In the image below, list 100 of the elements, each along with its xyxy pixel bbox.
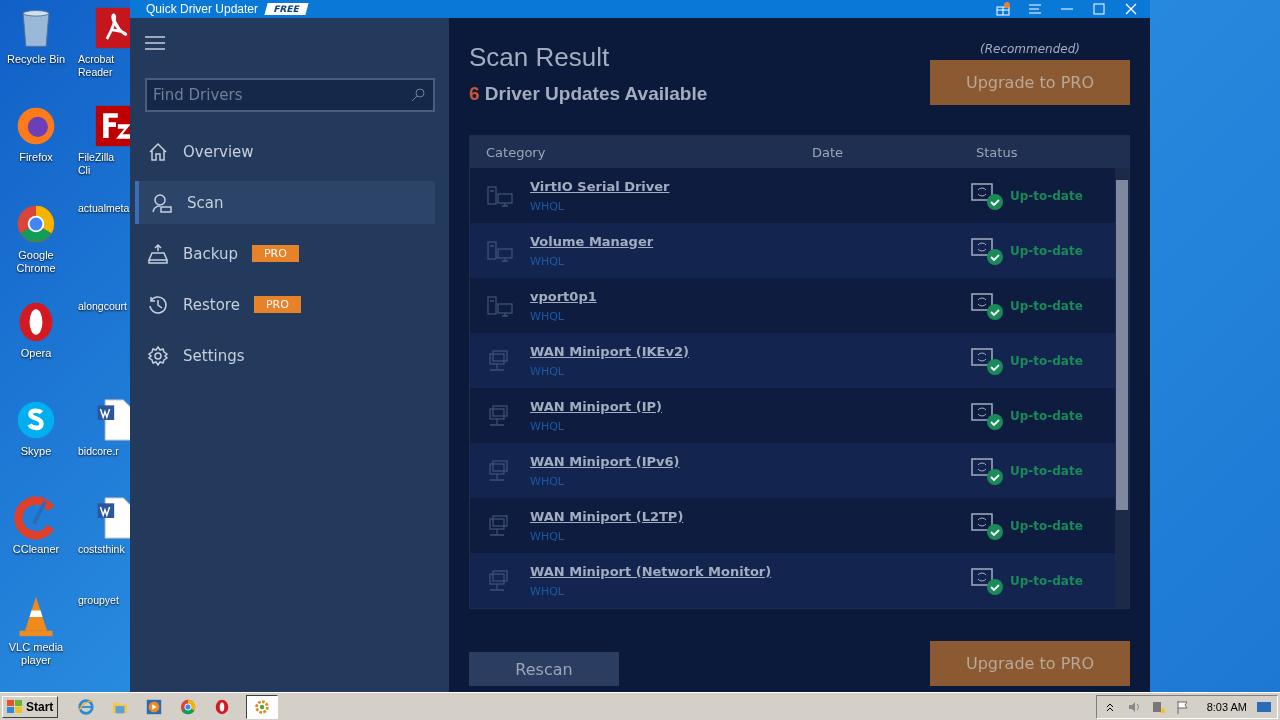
driver-row[interactable]: WAN Miniport (Network Monitor) WHQL Up-to-date — [470, 553, 1115, 608]
settings-icon — [147, 344, 169, 367]
desktop-icon-label[interactable]: FileZilla Cli — [78, 151, 128, 177]
driver-name-link[interactable]: WAN Miniport (IPv6) — [530, 453, 970, 469]
pro-badge: PRO — [252, 245, 299, 262]
person-scan-icon — [151, 191, 173, 214]
gear-icon[interactable] — [253, 697, 272, 716]
driver-row[interactable]: vport0p1 WHQL Up-to-date — [470, 278, 1115, 333]
monitor-check-icon — [970, 345, 1004, 376]
close-icon[interactable] — [1124, 2, 1138, 16]
menu-icon[interactable] — [1028, 2, 1042, 16]
updates-summary: 6 Driver Updates Available — [469, 83, 708, 105]
driver-row[interactable]: Volume Manager WHQL Up-to-date — [470, 223, 1115, 278]
status-text: Up-to-date — [1010, 353, 1083, 368]
nav-item[interactable]: Scan — [135, 181, 435, 224]
internet-explorer-icon[interactable] — [77, 697, 96, 716]
start-button[interactable]: Start — [2, 695, 59, 718]
backup-icon — [147, 242, 169, 265]
monitor-check-icon — [970, 455, 1004, 486]
monitor-check-icon — [970, 565, 1004, 596]
desktop-icon-label[interactable]: actualmeta — [78, 202, 128, 215]
free-badge: FREE — [264, 3, 309, 15]
page-title: Scan Result — [469, 42, 611, 73]
certification-label: WHQL — [530, 474, 565, 488]
column-header: Status — [976, 144, 1019, 160]
desktop-icon-label[interactable]: Google Chrome — [1, 249, 71, 275]
monitor-check-icon — [970, 510, 1004, 541]
status-text: Up-to-date — [1010, 518, 1083, 533]
driver-row[interactable]: WAN Miniport (IPv6) WHQL Up-to-date — [470, 443, 1115, 498]
monitor-check-icon — [970, 180, 1004, 211]
recommended-note: (Recommended) — [980, 42, 1080, 56]
home-icon — [147, 140, 169, 163]
nav-label: Scan — [187, 193, 224, 212]
gift-icon[interactable] — [996, 2, 1010, 16]
search-icon[interactable] — [411, 88, 425, 102]
desktop-icon-label[interactable]: Opera — [20, 347, 52, 360]
desktop-icon-label[interactable]: alongcourt — [78, 300, 128, 313]
driver-row[interactable]: WAN Miniport (L2TP) WHQL Up-to-date — [470, 498, 1115, 553]
driver-name-link[interactable]: VirtIO Serial Driver — [530, 178, 970, 194]
computer-icon — [486, 293, 514, 318]
certification-label: WHQL — [530, 254, 565, 268]
clock[interactable]: 8:03 AM — [1206, 700, 1247, 713]
desktop-icon-label[interactable]: Recycle Bin — [6, 53, 66, 66]
show-desktop-icon[interactable] — [1257, 699, 1271, 714]
network-warning-icon[interactable] — [1150, 699, 1165, 714]
nav-item[interactable]: Overview — [145, 130, 435, 173]
driver-name-link[interactable]: vport0p1 — [530, 288, 970, 304]
certification-label: WHQL — [530, 364, 565, 378]
status-text: Up-to-date — [1010, 243, 1083, 258]
search-field[interactable]: Find Drivers — [145, 78, 435, 112]
driver-row[interactable]: WAN Miniport (IKEv2) WHQL Up-to-date — [470, 333, 1115, 388]
pro-badge: PRO — [253, 296, 301, 313]
desktop-icon-label[interactable]: VLC media player — [1, 641, 71, 667]
certification-label: WHQL — [530, 419, 565, 433]
desktop-icon-label[interactable]: Firefox — [19, 151, 53, 164]
driver-name-link[interactable]: WAN Miniport (IKEv2) — [530, 343, 970, 359]
history-icon — [147, 293, 169, 316]
driver-name-link[interactable]: WAN Miniport (IP) — [530, 398, 970, 414]
status-text: Up-to-date — [1010, 408, 1083, 423]
media-player-icon[interactable] — [145, 697, 164, 716]
driver-row[interactable]: VirtIO Serial Driver WHQL Up-to-date — [470, 168, 1115, 223]
monitor-check-icon — [970, 400, 1004, 431]
menu-icon[interactable] — [145, 36, 165, 50]
chrome-icon[interactable] — [179, 697, 198, 716]
desktop-icon-label[interactable]: bidcore.r — [78, 445, 119, 458]
certification-label: WHQL — [530, 309, 565, 323]
nav-label: Overview — [183, 142, 254, 161]
nav-item[interactable]: Settings — [145, 334, 435, 377]
driver-name-link[interactable]: WAN Miniport (Network Monitor) — [530, 563, 970, 579]
desktop-icon-label[interactable]: coststhink — [78, 543, 125, 556]
status-text: Up-to-date — [1010, 463, 1083, 478]
column-header: Date — [812, 144, 845, 160]
window-title: Quick Driver Updater — [146, 2, 259, 16]
desktop-icon-label[interactable]: groupyet — [78, 594, 119, 607]
driver-row[interactable]: WAN Miniport (IP) WHQL Up-to-date — [470, 388, 1115, 443]
desktop-icon-label[interactable]: CCleaner — [12, 543, 60, 556]
nav-label: Restore — [183, 295, 240, 314]
rescan-button[interactable]: Rescan — [469, 652, 619, 686]
column-header: Category — [486, 144, 547, 160]
scrollbar[interactable] — [1115, 168, 1129, 608]
status-text: Up-to-date — [1010, 573, 1083, 588]
driver-name-link[interactable]: WAN Miniport (L2TP) — [530, 508, 970, 524]
monitor-check-icon — [970, 235, 1004, 266]
nav-label: Settings — [183, 346, 245, 365]
certification-label: WHQL — [530, 584, 565, 598]
windows-logo-icon — [7, 699, 23, 714]
driver-name-link[interactable]: Volume Manager — [530, 233, 970, 249]
desktop-icon-label[interactable]: Skype — [20, 445, 52, 458]
maximize-icon[interactable] — [1092, 2, 1106, 16]
flag-icon[interactable] — [1174, 699, 1189, 714]
status-text: Up-to-date — [1010, 188, 1083, 203]
nav-item[interactable]: Restore PRO — [145, 283, 435, 326]
nav-item[interactable]: Backup PRO — [145, 232, 435, 275]
monitor-check-icon — [970, 290, 1004, 321]
nav-label: Backup — [183, 244, 238, 263]
desktop-icon-label[interactable]: Acrobat Reader — [78, 53, 128, 79]
computer-icon — [486, 238, 514, 263]
certification-label: WHQL — [530, 199, 565, 213]
status-text: Up-to-date — [1010, 298, 1083, 313]
computer-icon — [486, 183, 514, 208]
